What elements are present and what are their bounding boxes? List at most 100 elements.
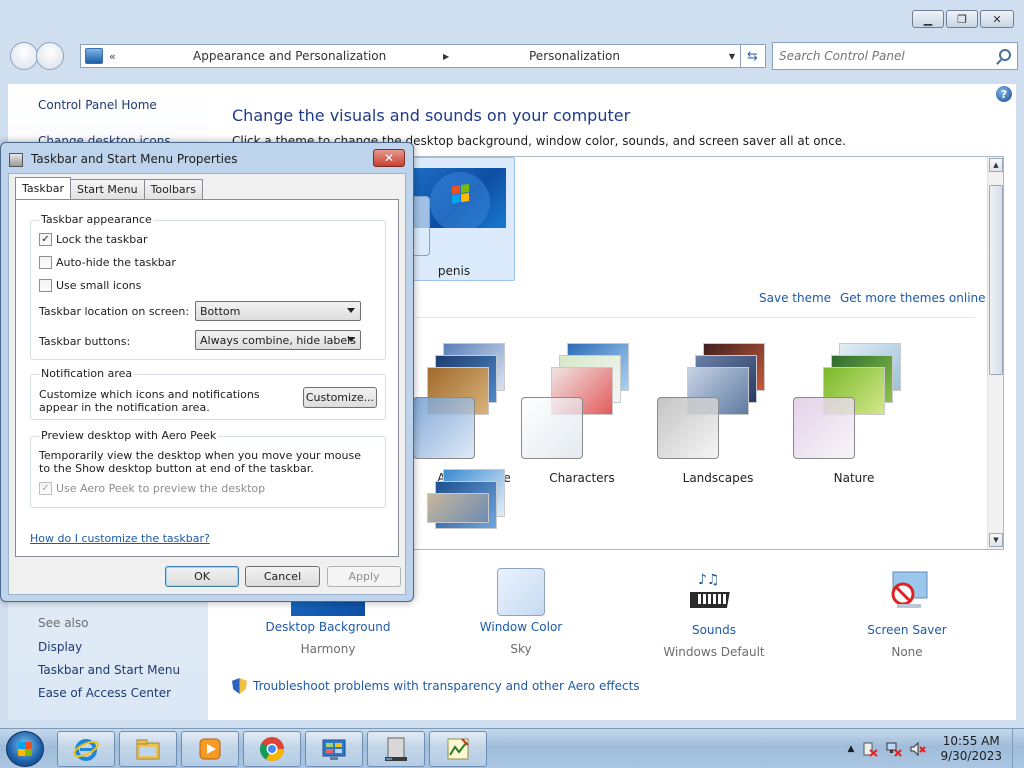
theme-glass-swatch <box>657 397 719 459</box>
media-player-icon <box>199 738 221 760</box>
auto-hide-label: Auto-hide the taskbar <box>56 256 176 269</box>
apply-button[interactable]: Apply <box>327 566 401 587</box>
theme-glass-swatch <box>793 397 855 459</box>
restore-button[interactable]: ❐ <box>946 10 978 28</box>
show-desktop-button[interactable] <box>1012 729 1024 768</box>
aero-peek-checkbox[interactable]: ✓ <box>39 482 52 495</box>
close-window-button[interactable]: ✕ <box>980 10 1014 28</box>
sounds-icon: ♪♫ <box>686 572 730 608</box>
taskbar-start-menu-link[interactable]: Taskbar and Start Menu <box>38 663 180 677</box>
taskbar-properties-icon <box>385 737 407 761</box>
customize-help-link[interactable]: How do I customize the taskbar? <box>30 532 210 545</box>
tab-start-menu[interactable]: Start Menu <box>70 179 145 199</box>
window-color-value: Sky <box>510 642 532 656</box>
page-title: Change the visuals and sounds on your co… <box>232 106 631 125</box>
theme-glass-swatch <box>413 397 475 459</box>
sounds-item[interactable]: ♪♫ Sounds Windows Default <box>644 568 784 659</box>
get-more-themes-link[interactable]: Get more themes online <box>840 291 986 305</box>
desktop-background-link[interactable]: Desktop Background <box>258 620 398 634</box>
refresh-button[interactable]: ⇆ <box>740 45 764 67</box>
lock-taskbar-checkbox[interactable]: ✓ <box>39 233 52 246</box>
breadcrumb-appearance[interactable]: Appearance and Personalization <box>193 49 386 63</box>
theme-nature[interactable]: Nature <box>793 343 915 485</box>
svg-text:♪♫: ♪♫ <box>698 572 720 588</box>
search-icon[interactable] <box>999 49 1011 61</box>
small-icons-checkbox[interactable] <box>39 279 52 292</box>
location-label: Taskbar location on screen: <box>39 305 190 318</box>
back-button[interactable] <box>10 42 38 70</box>
taskbar-properties-button[interactable] <box>367 731 425 767</box>
aero-peek-row[interactable]: ✓ Use Aero Peek to preview the desktop <box>39 482 265 495</box>
scroll-thumb[interactable] <box>989 185 1003 375</box>
taskbar-control-panel-button[interactable] <box>305 731 363 767</box>
address-bar[interactable]: « Appearance and Personalization ▶ Perso… <box>80 44 766 68</box>
troubleshoot-link-row[interactable]: Troubleshoot problems with transparency … <box>232 678 640 694</box>
taskbar-buttons-label: Taskbar buttons: <box>39 335 131 348</box>
lock-taskbar-row[interactable]: ✓ Lock the taskbar <box>39 233 148 246</box>
control-panel-icon <box>85 48 103 64</box>
customize-button[interactable]: Customize... <box>303 387 377 408</box>
sounds-link[interactable]: Sounds <box>644 623 784 637</box>
taskbar-explorer-button[interactable] <box>119 731 177 767</box>
taskbar-chrome-button[interactable] <box>243 731 301 767</box>
location-value: Bottom <box>200 304 241 318</box>
breadcrumb-personalization[interactable]: Personalization <box>529 49 620 63</box>
window-color-link[interactable]: Window Color <box>451 620 591 634</box>
screen-saver-item[interactable]: Screen Saver None <box>837 568 977 659</box>
theme-landscapes[interactable]: Landscapes <box>657 343 779 485</box>
notification-area-group: Notification area Customize which icons … <box>30 367 386 420</box>
action-center-icon[interactable] <box>862 741 879 757</box>
theme-scrollbar[interactable]: ▲ ▼ <box>987 157 1003 549</box>
theme-characters[interactable]: Characters <box>521 343 643 485</box>
start-button[interactable] <box>6 731 44 767</box>
scroll-down-icon[interactable]: ▼ <box>989 533 1003 547</box>
save-theme-link[interactable]: Save theme <box>759 291 831 305</box>
group-title: Preview desktop with Aero Peek <box>39 429 219 442</box>
auto-hide-row[interactable]: Auto-hide the taskbar <box>39 256 176 269</box>
aero-peek-description: Temporarily view the desktop when you mo… <box>39 449 361 475</box>
auto-hide-checkbox[interactable] <box>39 256 52 269</box>
theme-label: Nature <box>833 471 875 485</box>
tab-taskbar[interactable]: Taskbar <box>15 177 71 199</box>
breadcrumb-arrow-icon[interactable]: ▶ <box>443 52 449 61</box>
display-link[interactable]: Display <box>38 640 82 654</box>
help-icon[interactable]: ? <box>996 86 1012 102</box>
location-select[interactable]: Bottom <box>195 301 361 321</box>
taskbar-buttons-select[interactable]: Always combine, hide labels <box>195 330 361 350</box>
theme-glass-swatch <box>521 397 583 459</box>
network-icon[interactable] <box>886 741 903 757</box>
system-tray: ▲ 10:55 AM 9/30/2023 <box>848 729 1024 768</box>
window-color-item[interactable]: Window Color Sky <box>451 568 591 656</box>
dialog-close-button[interactable]: ✕ <box>373 149 405 167</box>
breadcrumb-overflow[interactable]: « <box>109 50 116 63</box>
clock-time: 10:55 AM <box>942 734 1000 748</box>
folder-icon <box>136 739 160 760</box>
control-panel-home-link[interactable]: Control Panel Home <box>38 98 157 112</box>
scroll-up-icon[interactable]: ▲ <box>989 158 1003 172</box>
address-dropdown-icon[interactable]: ▼ <box>729 52 735 61</box>
cancel-button[interactable]: Cancel <box>245 566 320 587</box>
clock[interactable]: 10:55 AM 9/30/2023 <box>940 734 1002 764</box>
show-hidden-icons-button[interactable]: ▲ <box>848 744 855 754</box>
minimize-icon: ▁ <box>923 12 933 26</box>
dialog-body: Taskbar Start Menu Toolbars Taskbar appe… <box>8 173 406 595</box>
troubleshoot-link[interactable]: Troubleshoot problems with transparency … <box>253 679 640 693</box>
taskbar-media-player-button[interactable] <box>181 731 239 767</box>
minimize-button[interactable]: ▁ <box>912 10 944 28</box>
forward-button[interactable] <box>36 42 64 70</box>
theme-architecture[interactable]: Architecture <box>413 343 535 485</box>
ok-button[interactable]: OK <box>165 566 239 587</box>
window-titlebar[interactable]: ▁ ❐ ✕ <box>0 0 1024 34</box>
taskbar-notepad-button[interactable] <box>429 731 487 767</box>
small-icons-row[interactable]: Use small icons <box>39 279 141 292</box>
ease-of-access-link[interactable]: Ease of Access Center <box>38 686 171 700</box>
lock-taskbar-label: Lock the taskbar <box>56 233 148 246</box>
taskbar-ie-button[interactable] <box>57 731 115 767</box>
small-icons-label: Use small icons <box>56 279 142 292</box>
tab-toolbars[interactable]: Toolbars <box>143 179 203 199</box>
volume-muted-icon[interactable] <box>910 741 927 757</box>
theme-divider <box>393 317 975 318</box>
search-input[interactable] <box>773 49 983 63</box>
screen-saver-value: None <box>891 645 923 659</box>
screen-saver-link[interactable]: Screen Saver <box>837 623 977 637</box>
